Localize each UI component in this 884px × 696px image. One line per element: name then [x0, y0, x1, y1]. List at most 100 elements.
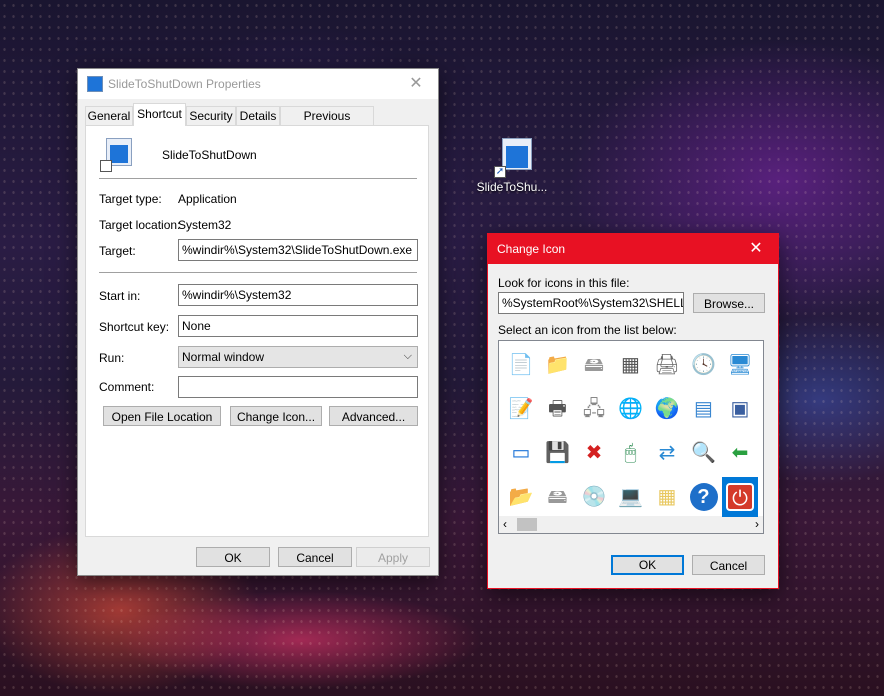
network-computers-icon-glyph: ⇄ [658, 442, 676, 464]
chevron-down-icon: ⌵ [403, 350, 412, 362]
desktop-shortcut-icon[interactable]: ➚ SlideToShu... [476, 134, 548, 194]
network-globe-icon[interactable]: 🌍 [649, 389, 685, 429]
control-panel-icon-glyph: ▤ [694, 398, 713, 420]
blank-document-icon[interactable]: 📄 [503, 345, 539, 385]
cancel-button[interactable]: Cancel [278, 547, 352, 567]
tab-shortcut[interactable]: Shortcut [133, 103, 186, 126]
large-app-icon [100, 138, 132, 172]
run-select[interactable]: Normal window ⌵ [178, 346, 418, 368]
scroll-thumb[interactable] [517, 518, 537, 531]
icon-file-input[interactable]: %SystemRoot%\System32\SHELL32.dll [498, 292, 684, 314]
shortcut-tab-panel: SlideToShutDown Target type: Application… [85, 125, 429, 537]
close-icon[interactable]: ✕ [394, 69, 438, 99]
open-file-location-button[interactable]: Open File Location [103, 406, 221, 426]
change-icon-title: Change Icon [497, 242, 566, 256]
properties-window: SlideToShutDown Properties ✕ General Sho… [77, 68, 439, 576]
icon-list[interactable]: ‹ › 📄 📁 🖴 ▦ 🖨 🕓 🖥 📝 🖶 🖧 🌐 🌍 ▤ ▣ ▭ 💾 ✖ 🖱 ⇄ 🔍 ⬅ 📂 🖴 💿 💻 ▦? ⏻ [498, 340, 764, 534]
apply-button[interactable]: Apply [356, 547, 430, 567]
help-icon[interactable]: ? [686, 477, 722, 517]
cd-drive-icon-glyph: 💿 [581, 486, 607, 508]
laptop-icon-glyph: 💻 [618, 486, 643, 508]
run-label: Run: [99, 351, 125, 365]
ok-button[interactable]: OK [196, 547, 270, 567]
power-icon-glyph: ⏻ [726, 483, 754, 511]
tab-previous-versions[interactable]: Previous Versions [280, 106, 374, 141]
media-icon[interactable]: ▣ [722, 389, 758, 429]
control-panel-icon[interactable]: ▤ [686, 389, 722, 429]
cd-drive-icon[interactable]: 💿 [576, 477, 612, 517]
comment-input[interactable] [178, 376, 418, 398]
divider [99, 272, 417, 273]
close-icon[interactable]: ✕ [734, 234, 778, 264]
dialog-ok-button[interactable]: OK [611, 555, 684, 575]
drive-icon[interactable]: 🖴 [540, 477, 576, 517]
text-document-icon[interactable]: 📝 [503, 389, 539, 429]
drive-icon-glyph: 🖴 [547, 486, 568, 508]
target-location-value: System32 [178, 218, 232, 232]
globe-icon-glyph: 🌐 [618, 398, 643, 420]
text-document-icon-glyph: 📝 [508, 398, 534, 420]
window-icon[interactable]: ▭ [503, 433, 539, 473]
laptop-icon[interactable]: 💻 [613, 477, 649, 517]
drive-icon[interactable]: 🖴 [576, 345, 612, 385]
power-icon[interactable]: ⏻ [722, 477, 758, 517]
browse-button[interactable]: Browse... [693, 293, 765, 313]
magnifier-icon[interactable]: 🔍 [686, 433, 722, 473]
change-icon-titlebar[interactable]: Change Icon ✕ [488, 234, 778, 264]
floppy-save-icon[interactable]: 💾 [540, 433, 576, 473]
back-arrow-drive-icon-glyph: ⬅ [731, 442, 749, 464]
computer-printer-icon[interactable]: 🖶 [540, 389, 576, 429]
shortcut-key-input[interactable]: None [178, 315, 418, 337]
back-arrow-drive-icon[interactable]: ⬅ [722, 433, 758, 473]
target-input[interactable]: %windir%\System32\SlideToShutDown.exe [178, 239, 418, 261]
dialog-cancel-button[interactable]: Cancel [692, 555, 765, 575]
scroll-left-icon[interactable]: ‹ [503, 517, 507, 531]
file-name: SlideToShutDown [162, 148, 257, 162]
open-folder-icon-glyph: 📂 [508, 486, 534, 508]
network-drive-icon[interactable]: 🖧 [576, 389, 612, 429]
comment-label: Comment: [99, 380, 155, 394]
printer-icon[interactable]: 🖨 [649, 345, 685, 385]
desktop-shortcut-label: SlideToShu... [476, 180, 548, 194]
divider [99, 178, 417, 179]
shortcut-key-label: Shortcut key: [99, 320, 170, 334]
start-in-input[interactable]: %windir%\System32 [178, 284, 418, 306]
start-in-label: Start in: [99, 289, 141, 303]
monitor-icon[interactable]: 🖥 [722, 345, 758, 385]
change-icon-button[interactable]: Change Icon... [230, 406, 322, 426]
advanced-button[interactable]: Advanced... [329, 406, 418, 426]
help-icon-glyph: ? [689, 483, 718, 511]
blank-document-icon-glyph: 📄 [508, 354, 534, 376]
network-computers-icon[interactable]: ⇄ [649, 433, 685, 473]
scroll-right-icon[interactable]: › [755, 517, 759, 531]
memory-chip-icon-glyph: ▦ [621, 354, 640, 376]
media-icon-glyph: ▣ [730, 398, 750, 420]
magnifier-icon-glyph: 🔍 [691, 442, 716, 464]
target-label: Target: [99, 244, 136, 258]
open-folder-icon[interactable]: 📂 [503, 477, 539, 517]
spreadsheet-folder-icon[interactable]: ▦ [649, 477, 685, 517]
target-type-value: Application [178, 192, 237, 206]
network-drive-error-icon[interactable]: ✖ [576, 433, 612, 473]
spreadsheet-folder-icon-glyph: ▦ [657, 486, 677, 508]
clock-document-icon[interactable]: 🕓 [686, 345, 722, 385]
tab-security[interactable]: Security [186, 106, 236, 125]
change-icon-dialog: Change Icon ✕ Look for icons in this fil… [487, 233, 779, 589]
select-icon-label: Select an icon from the list below: [498, 323, 677, 337]
network-drive-icon-glyph: 🖧 [582, 398, 606, 420]
network-drive-error-icon-glyph: ✖ [585, 442, 603, 464]
tab-details[interactable]: Details [236, 106, 280, 125]
globe-icon[interactable]: 🌐 [613, 389, 649, 429]
globe-mouse-icon-glyph: 🖱 [624, 442, 637, 464]
tab-general[interactable]: General [85, 106, 133, 125]
globe-mouse-icon[interactable]: 🖱 [613, 433, 649, 473]
memory-chip-icon[interactable]: ▦ [613, 345, 649, 385]
properties-titlebar[interactable]: SlideToShutDown Properties ✕ [78, 69, 438, 99]
network-globe-icon-glyph: 🌍 [654, 398, 680, 420]
monitor-icon-glyph: 🖥 [727, 354, 753, 376]
horizontal-scrollbar[interactable]: ‹ › [499, 516, 763, 533]
drive-icon-glyph: 🖴 [583, 354, 605, 376]
target-type-label: Target type: [99, 192, 162, 206]
folder-icon[interactable]: 📁 [540, 345, 576, 385]
target-location-label: Target location: [99, 218, 181, 232]
